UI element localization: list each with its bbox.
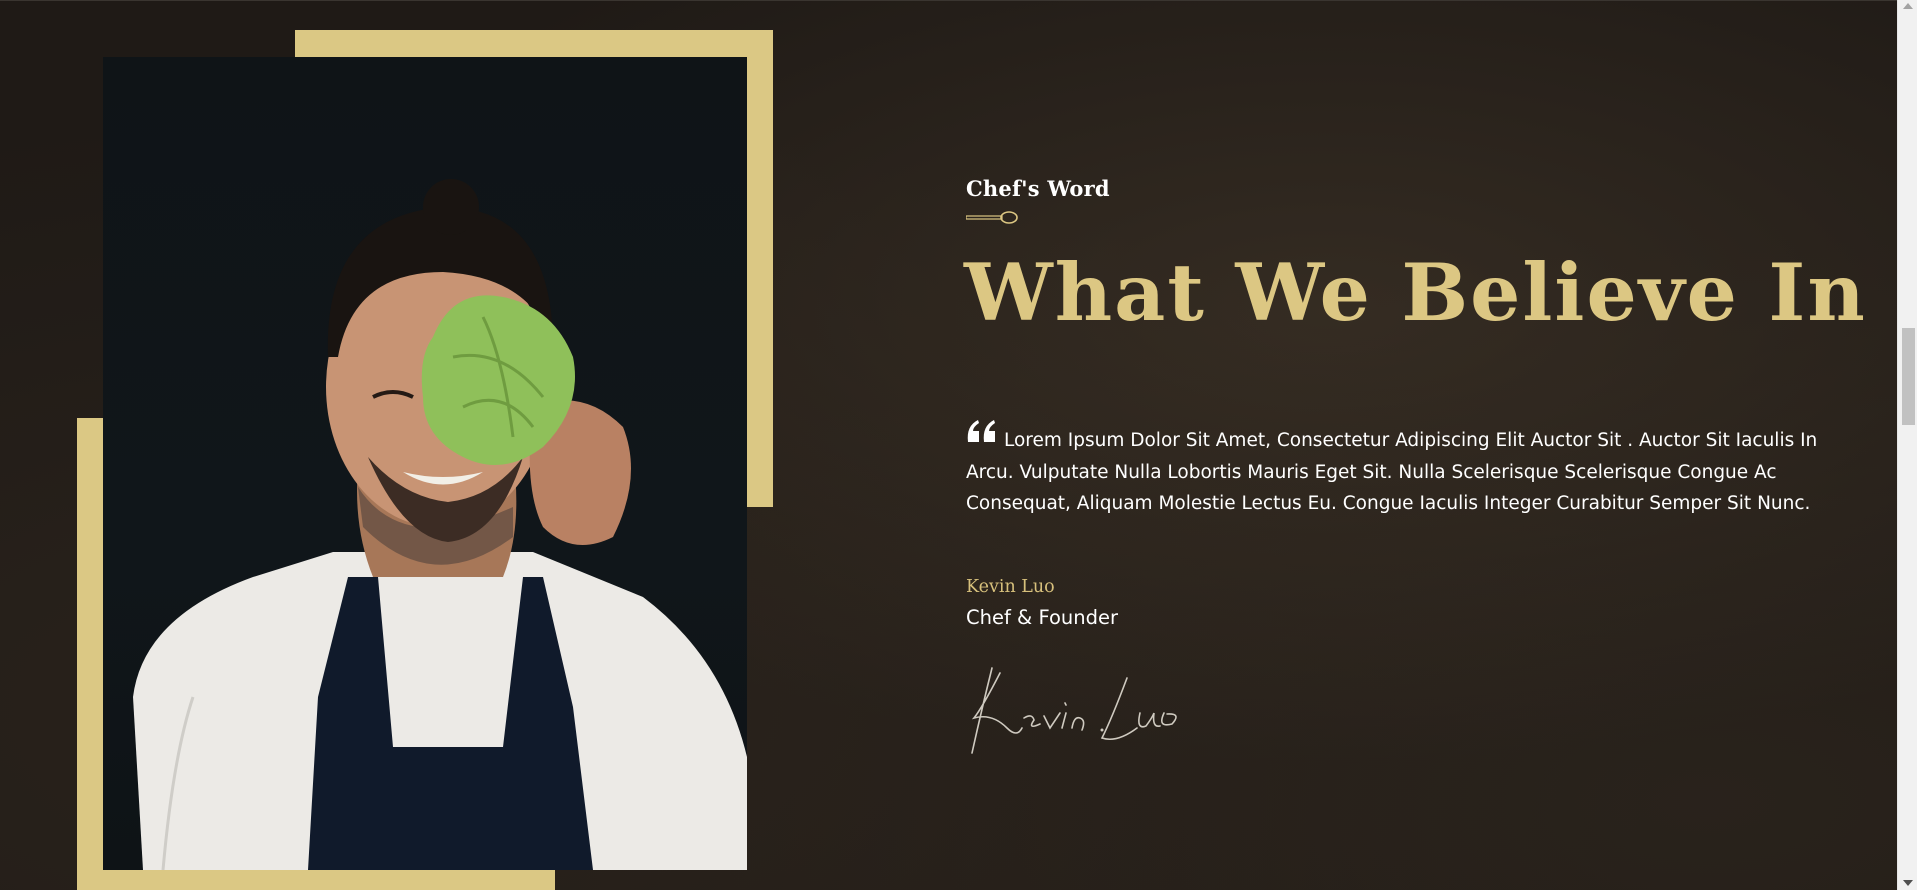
- scroll-down-icon[interactable]: [1903, 880, 1913, 886]
- section-eyebrow: Chef's Word: [966, 176, 1110, 201]
- chef-quote: Lorem Ipsum Dolor Sit Amet, Consectetur …: [966, 430, 1818, 514]
- author-name: Kevin Luo: [966, 577, 1055, 597]
- chef-photo: [103, 57, 747, 870]
- author-role: Chef & Founder: [966, 606, 1119, 629]
- scrollbar-thumb[interactable]: [1902, 328, 1915, 425]
- top-divider: [0, 0, 1897, 1]
- section-headline: What We Believe In: [964, 246, 1867, 339]
- vertical-scrollbar[interactable]: [1897, 0, 1917, 890]
- signature: [962, 658, 1202, 763]
- scroll-up-icon[interactable]: [1903, 3, 1913, 9]
- spoon-divider-icon: [965, 210, 1018, 231]
